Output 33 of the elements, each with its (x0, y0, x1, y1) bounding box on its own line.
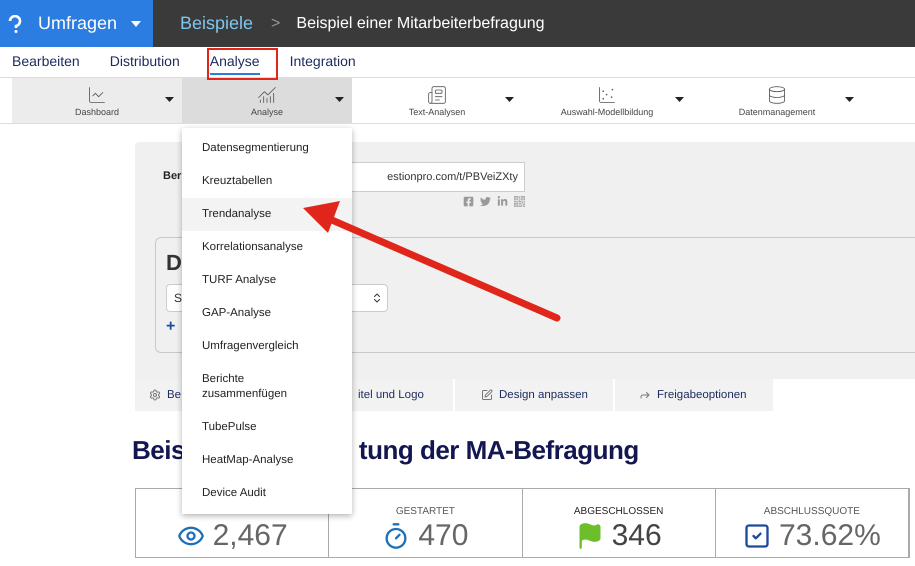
stat-label: GESTARTET (396, 506, 455, 517)
menu-item[interactable]: Device Audit (182, 477, 352, 510)
menu-item[interactable]: GAP-Analyse (182, 297, 352, 330)
add-link[interactable]: + (166, 318, 176, 336)
toolbar-item[interactable]: Dashboard (12, 78, 182, 123)
survey-title: Beispiel einer Mitarbeiterbefragung (296, 14, 545, 32)
nav-tab[interactable]: Integration (290, 49, 356, 75)
report-title: tung der MA-Befragung (358, 435, 639, 466)
nav-tab[interactable]: Distribution (110, 49, 180, 75)
breadcrumb-separator: > (271, 14, 280, 32)
menu-item[interactable]: Korrelationsanalyse (182, 231, 352, 264)
action-tab[interactable]: Design anpassen (455, 379, 615, 411)
nav-tab[interactable]: Bearbeiten (12, 49, 80, 75)
panel-heading: D (166, 250, 183, 276)
toolbar-item[interactable]: Analyse (182, 78, 352, 123)
menu-item[interactable]: TURF Analyse (182, 264, 352, 297)
stat-value: 470 (418, 519, 468, 553)
stat-value: 2,467 (212, 519, 288, 553)
menu-item[interactable]: HeatMap-Analyse (182, 444, 352, 477)
stat-value: 346 (612, 519, 662, 553)
stat-label: ABSCHLUSSQUOTE (764, 506, 860, 517)
menu-item[interactable]: Umfragenvergleich (182, 330, 352, 363)
menu-item[interactable]: Berichte zusammenfügen (182, 363, 352, 411)
menu-item[interactable]: Datensegmentierung (182, 132, 352, 165)
action-tab[interactable]: Freigabeoptionen (615, 379, 775, 411)
share-label: Ber (163, 170, 182, 182)
stat-label: ABGESCHLOSSEN (574, 506, 664, 517)
nav-tab[interactable]: Analyse (210, 49, 260, 75)
stat-value: 73.62% (779, 519, 881, 553)
menu-item[interactable]: Kreuztabellen (182, 165, 352, 198)
report-title: Beis (132, 435, 185, 466)
menu-item[interactable]: TubePulse (182, 411, 352, 444)
breadcrumb-link[interactable]: Beispiele (180, 13, 254, 34)
